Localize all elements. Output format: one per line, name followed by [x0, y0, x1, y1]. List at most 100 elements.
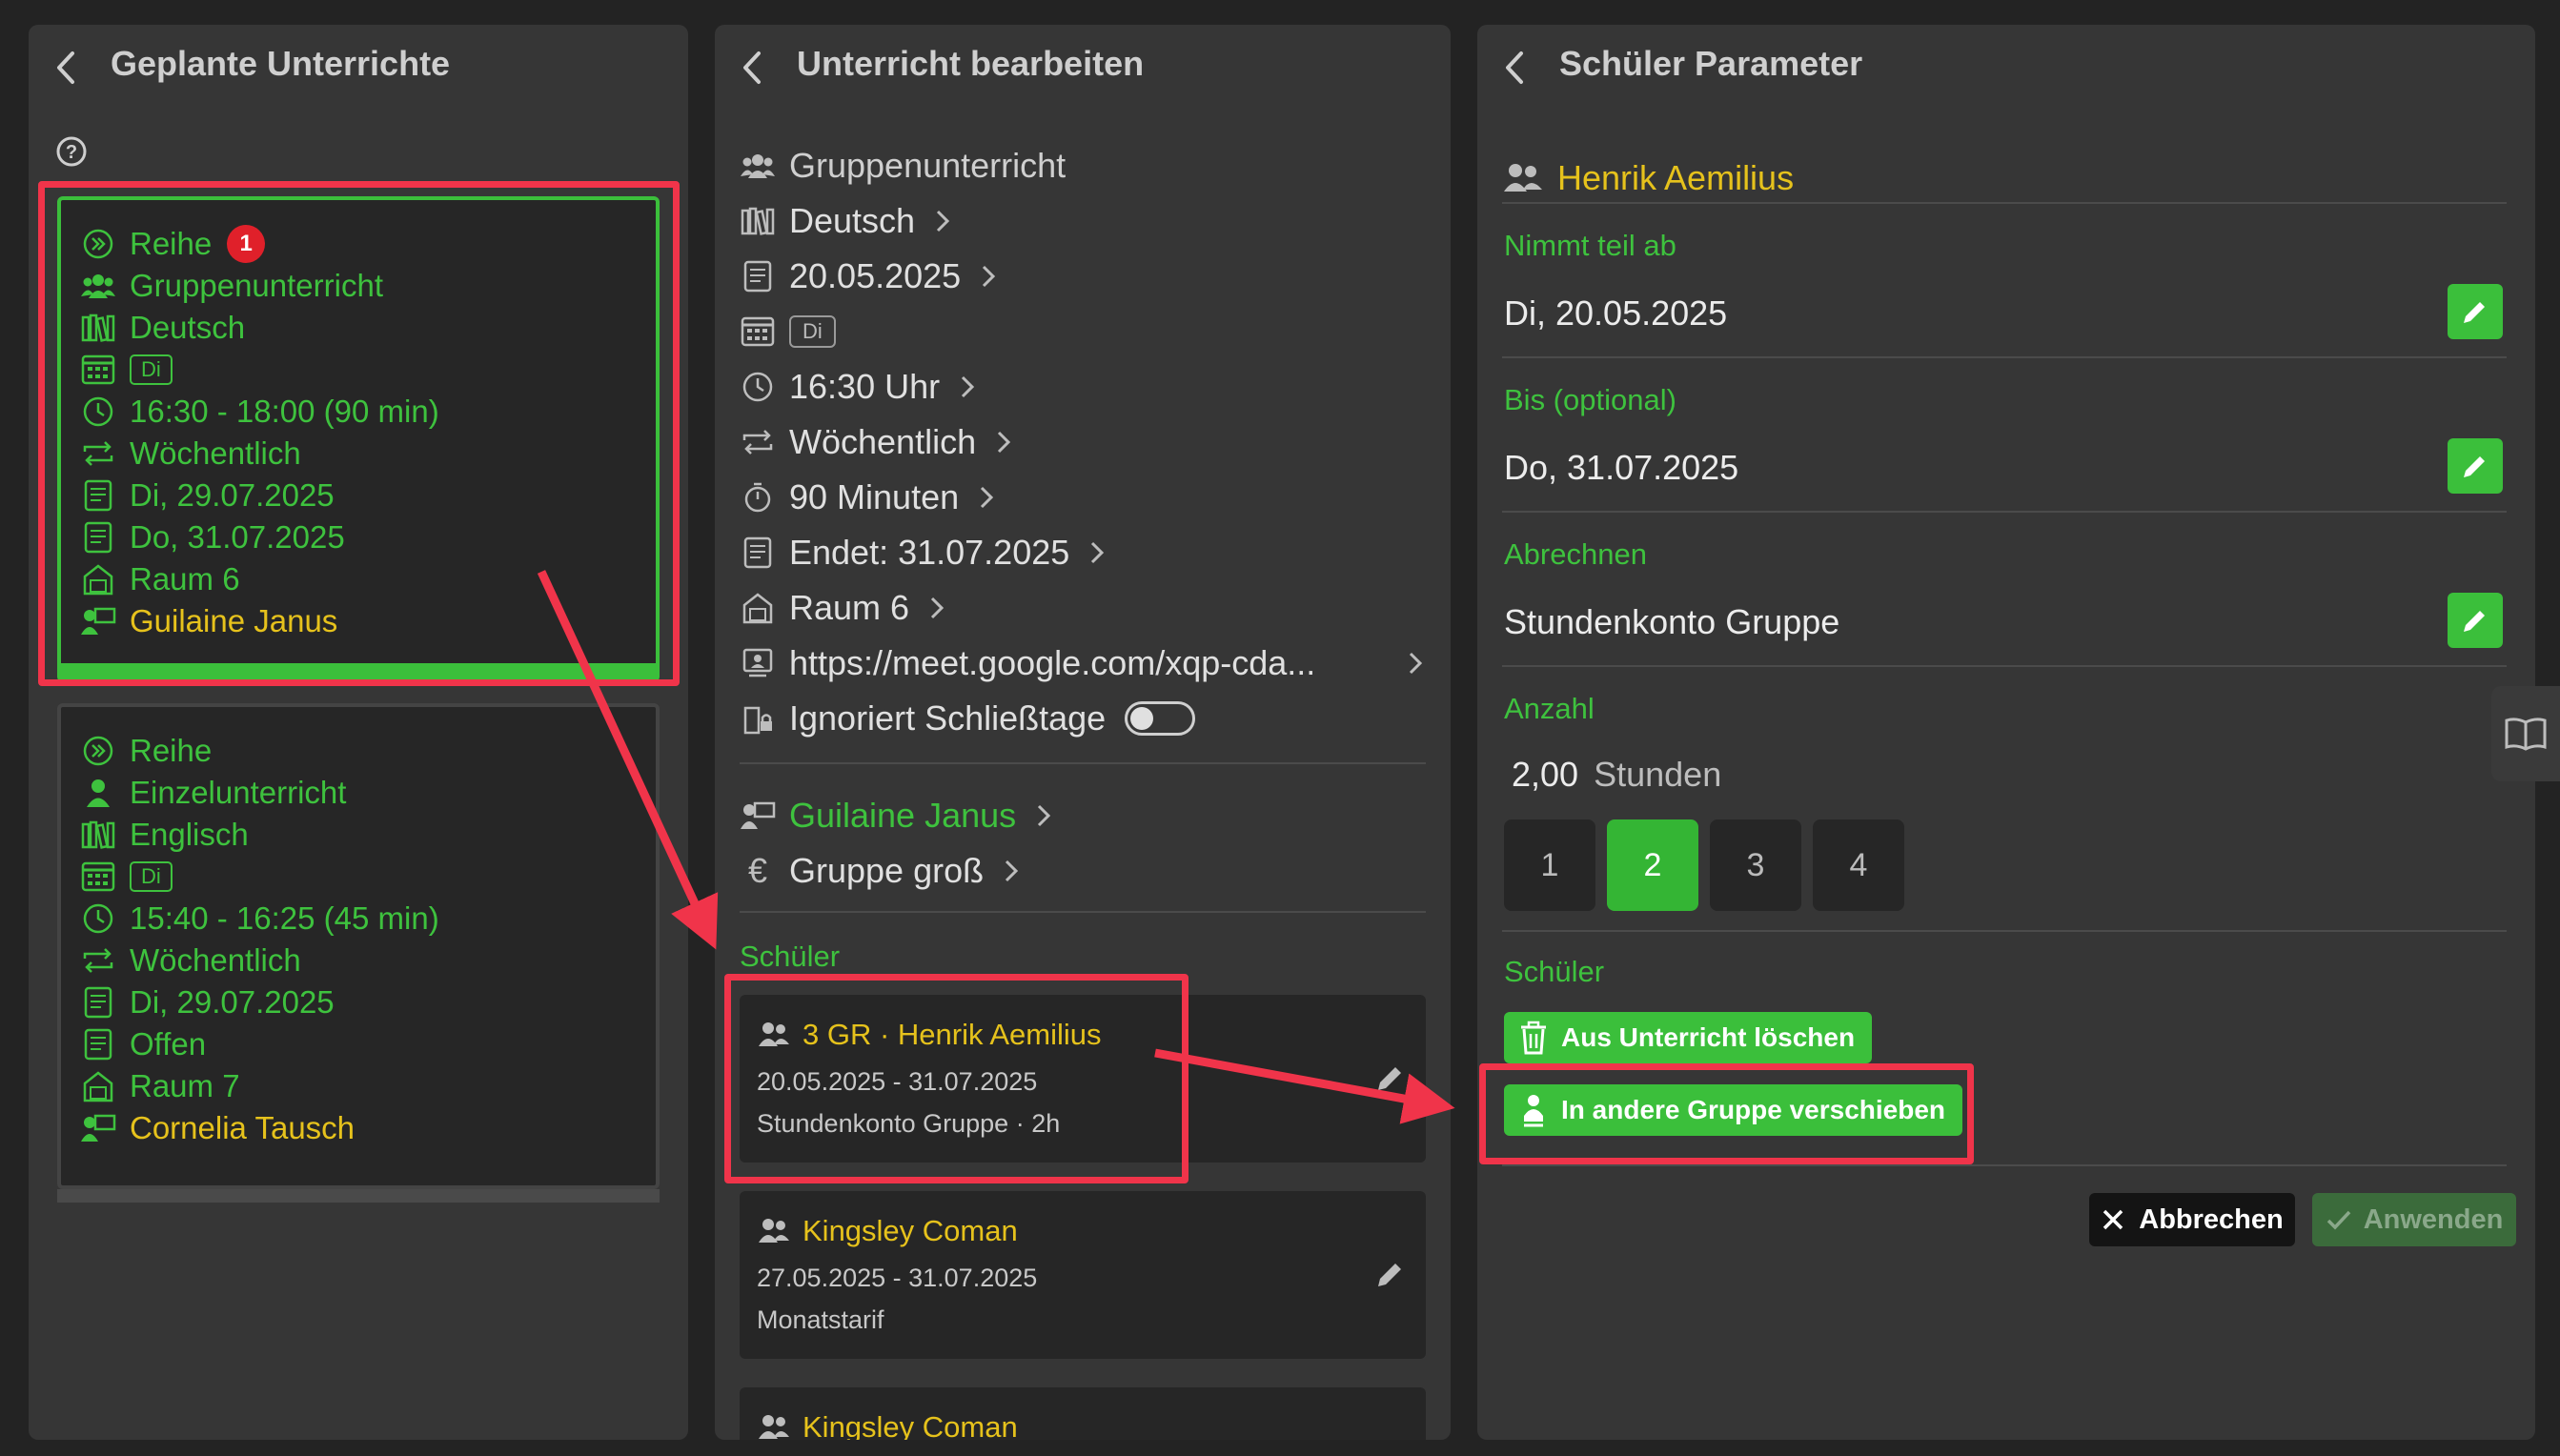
edit-billing-button[interactable]: [2448, 593, 2503, 648]
end-date-row[interactable]: Endet: 31.07.2025: [740, 528, 1426, 577]
edit-participates-from-button[interactable]: [2448, 284, 2503, 339]
video-call-icon: [740, 645, 776, 681]
amount-label: Anzahl: [1504, 692, 1595, 725]
participates-from-value: Di, 20.05.2025: [1504, 293, 1728, 333]
check-icon: [2326, 1210, 2350, 1230]
amount-unit: Stunden: [1594, 755, 1722, 794]
panel-header: Schüler Parameter: [1477, 25, 2535, 111]
chevron-right-icon: [1038, 804, 1051, 827]
frequency: Wöchentlich: [789, 422, 977, 461]
students-group-icon: [759, 1219, 789, 1243]
room: Raum 7: [130, 1068, 240, 1103]
back-chevron-icon[interactable]: [734, 46, 772, 90]
amount-option-1[interactable]: 1: [1504, 819, 1595, 911]
duration: 90 Minuten: [789, 477, 960, 516]
teacher-row[interactable]: Guilaine Janus: [740, 791, 1426, 840]
cancel-button[interactable]: Abbrechen: [2089, 1193, 2295, 1246]
highlight-move-button: [1479, 1063, 1974, 1164]
room: Raum 6: [789, 588, 910, 627]
panel-header: Geplante Unterrichte: [29, 25, 688, 111]
chevron-right-icon: [962, 375, 975, 398]
help-icon[interactable]: ?: [55, 135, 88, 168]
amount-option-2[interactable]: 2: [1607, 819, 1698, 911]
time-row[interactable]: 16:30 Uhr: [740, 362, 1426, 412]
lesson-type: Einzelunterricht: [130, 775, 347, 810]
end-date: Offen: [130, 1026, 207, 1062]
calendar-icon: [740, 313, 776, 350]
pencil-icon[interactable]: [1371, 1060, 1409, 1098]
group-icon: [740, 148, 776, 184]
stopwatch-icon: [740, 479, 776, 516]
series-icon: [80, 733, 116, 769]
student-header: Henrik Aemilius: [1502, 158, 1794, 198]
subject: Deutsch: [789, 201, 916, 240]
amount-value-row: 2,00 Stunden: [1512, 755, 1721, 795]
student-item[interactable]: Kingsley Coman: [740, 1387, 1426, 1440]
lesson-time: 16:30 Uhr: [789, 367, 941, 406]
series-row: Reihe: [80, 732, 212, 770]
time-row: 15:40 - 16:25 (45 min): [80, 900, 439, 938]
subject: Englisch: [130, 817, 249, 852]
chevron-right-icon: [937, 210, 950, 233]
book-icon: [2505, 718, 2547, 751]
student-period: 27.05.2025 - 31.07.2025: [757, 1264, 1038, 1292]
remove-from-lesson-label: Aus Unterricht löschen: [1561, 1022, 1856, 1052]
side-manual-tab[interactable]: [2491, 686, 2560, 781]
trash-icon: [1521, 1021, 1546, 1055]
amount-option-4[interactable]: 4: [1813, 819, 1904, 911]
type-row: Einzelunterricht: [80, 774, 346, 812]
divider: [740, 911, 1426, 913]
amount-value: 2,00: [1512, 755, 1579, 794]
apply-button[interactable]: Anwenden: [2312, 1193, 2516, 1246]
until-label: Bis (optional): [1504, 383, 1676, 416]
student-billing: Monatstarif: [757, 1305, 884, 1334]
date-row[interactable]: 20.05.2025: [740, 252, 1426, 301]
frequency: Wöchentlich: [130, 942, 301, 978]
participates-from-label: Nimmt teil ab: [1504, 229, 1676, 262]
lesson-card[interactable]: Reihe Einzelunterricht Englisch Di 15:40…: [57, 703, 660, 1203]
student-item[interactable]: Kingsley Coman 27.05.2025 - 31.07.2025 M…: [740, 1191, 1426, 1359]
repeat-icon: [740, 424, 776, 460]
teacher-icon: [80, 1110, 116, 1146]
online-link-row[interactable]: https://meet.google.com/xqp-cda...: [740, 638, 1426, 688]
calendar-end-icon: [740, 535, 776, 571]
room-row[interactable]: Raum 6: [740, 583, 1426, 633]
student-parameters-panel: Schüler Parameter Henrik Aemilius Nimmt …: [1477, 25, 2535, 1440]
closing-days-row: Ignoriert Schließtage: [740, 694, 1426, 743]
tariff-row[interactable]: € Gruppe groß: [740, 846, 1426, 896]
building-lock-icon: [740, 700, 776, 737]
divider: [1502, 511, 2507, 513]
subject-row[interactable]: Deutsch: [740, 196, 1426, 246]
euro-icon: €: [747, 851, 768, 890]
meeting-link[interactable]: https://meet.google.com/xqp-cda...: [789, 643, 1315, 683]
lesson-type-row: Gruppenunterricht: [740, 141, 1426, 191]
amount-option-3[interactable]: 3: [1710, 819, 1801, 911]
subject-row: Englisch: [80, 816, 249, 854]
billing-value: Stundenkonto Gruppe: [1504, 602, 1840, 641]
students-section-label: Schüler: [1504, 955, 1605, 988]
edit-until-button[interactable]: [2448, 438, 2503, 494]
remove-from-lesson-button[interactable]: Aus Unterricht löschen: [1504, 1012, 1873, 1063]
frequency-row[interactable]: Wöchentlich: [740, 417, 1426, 467]
ignore-closing-days-toggle[interactable]: [1125, 701, 1196, 736]
chevron-right-icon: [1409, 652, 1423, 675]
pencil-icon[interactable]: [1371, 1256, 1409, 1294]
billing-label: Abrechnen: [1504, 537, 1647, 571]
clock-icon: [740, 369, 776, 405]
divider: [740, 762, 1426, 764]
duration-row[interactable]: 90 Minuten: [740, 473, 1426, 522]
weekday-chip[interactable]: Di: [789, 315, 836, 348]
svg-text:?: ?: [66, 142, 77, 163]
teacher-name: Cornelia Tausch: [130, 1110, 356, 1145]
divider: [1502, 665, 2507, 667]
ignore-closing-days-label: Ignoriert Schließtage: [789, 698, 1107, 738]
chevron-right-icon: [998, 431, 1011, 454]
page-title: Geplante Unterrichte: [111, 44, 451, 83]
cancel-label: Abbrechen: [2139, 1203, 2284, 1235]
back-chevron-icon[interactable]: [1496, 46, 1534, 90]
teacher-row: Cornelia Tausch: [80, 1109, 355, 1147]
start-date: Di, 29.07.2025: [130, 984, 335, 1020]
start-date-row: Di, 29.07.2025: [80, 983, 335, 1021]
highlight-student-item: [724, 974, 1189, 1183]
back-chevron-icon[interactable]: [48, 46, 86, 90]
